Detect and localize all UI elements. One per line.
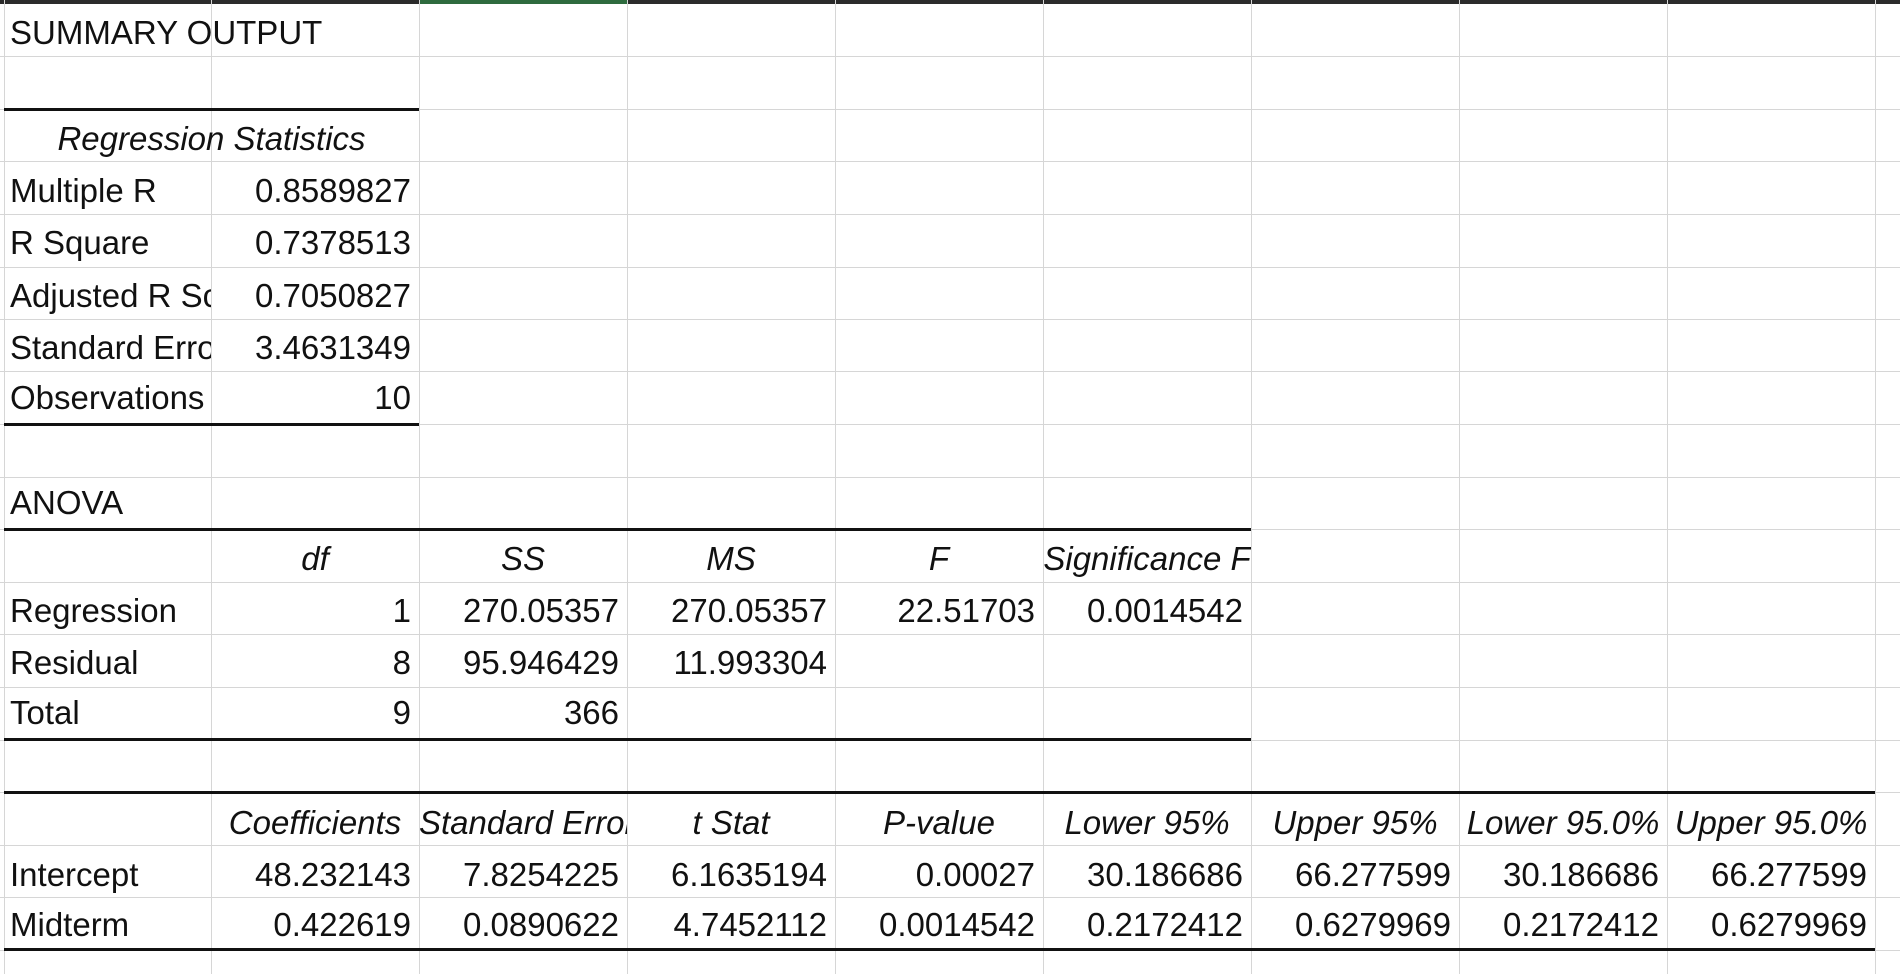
stat-label[interactable]: R Square <box>0 218 211 268</box>
coef-cell[interactable]: 30.186686 <box>1043 850 1251 900</box>
coef-header[interactable]: Lower 95% <box>1043 798 1251 848</box>
anova-title[interactable]: ANOVA <box>0 478 211 528</box>
anova-row-label[interactable]: Residual <box>0 638 211 688</box>
stat-value[interactable]: 3.4631349 <box>211 323 419 373</box>
coef-header[interactable]: Upper 95.0% <box>1667 798 1875 848</box>
anova-cell[interactable]: 8 <box>211 638 419 688</box>
table-border <box>4 791 1875 794</box>
coef-header[interactable]: Lower 95.0% <box>1459 798 1667 848</box>
anova-cell[interactable]: 0.0014542 <box>1043 586 1251 636</box>
coef-cell[interactable]: 7.8254225 <box>419 850 627 900</box>
coef-header[interactable]: t Stat <box>627 798 835 848</box>
coef-cell[interactable]: 0.6279969 <box>1251 900 1459 950</box>
stat-value[interactable]: 0.8589827 <box>211 166 419 216</box>
coef-header[interactable]: Coefficients <box>211 798 419 848</box>
regression-statistics-header[interactable]: Regression Statistics <box>4 114 419 164</box>
coef-cell[interactable]: 0.2172412 <box>1459 900 1667 950</box>
anova-cell[interactable]: 270.05357 <box>419 586 627 636</box>
anova-cell[interactable]: 270.05357 <box>627 586 835 636</box>
sheet-top-border <box>0 0 1900 4</box>
coef-cell[interactable]: 0.0014542 <box>835 900 1043 950</box>
spreadsheet-grid[interactable]: SUMMARY OUTPUT Regression Statistics Mul… <box>0 0 1900 974</box>
anova-cell[interactable]: 9 <box>211 688 419 738</box>
coef-row-label[interactable]: Intercept <box>0 850 211 900</box>
stat-label[interactable]: Standard Erro <box>0 323 211 373</box>
gridline <box>1875 0 1876 974</box>
coef-cell[interactable]: 0.422619 <box>211 900 419 950</box>
gridline <box>0 477 1900 478</box>
coef-header[interactable]: P-value <box>835 798 1043 848</box>
coef-row-label[interactable]: Midterm <box>0 900 211 950</box>
coef-cell[interactable]: 0.0890622 <box>419 900 627 950</box>
coef-cell[interactable]: 4.7452112 <box>627 900 835 950</box>
coef-header[interactable]: Standard Error <box>419 798 627 848</box>
table-border <box>4 108 419 111</box>
anova-row-label[interactable]: Regression <box>0 586 211 636</box>
anova-header[interactable]: MS <box>627 534 835 584</box>
coef-cell[interactable]: 66.277599 <box>1251 850 1459 900</box>
stat-value[interactable]: 0.7050827 <box>211 271 419 321</box>
anova-header[interactable]: df <box>211 534 419 584</box>
table-border <box>4 738 1251 741</box>
anova-header[interactable]: F <box>835 534 1043 584</box>
selected-column-indicator <box>419 0 627 4</box>
anova-cell[interactable]: 22.51703 <box>835 586 1043 636</box>
anova-cell[interactable]: 1 <box>211 586 419 636</box>
coef-cell[interactable]: 0.2172412 <box>1043 900 1251 950</box>
anova-cell[interactable]: 95.946429 <box>419 638 627 688</box>
coef-cell[interactable]: 48.232143 <box>211 850 419 900</box>
stat-value[interactable]: 10 <box>211 373 419 423</box>
coef-cell[interactable]: 0.6279969 <box>1667 900 1875 950</box>
coef-cell[interactable]: 30.186686 <box>1459 850 1667 900</box>
coef-header[interactable]: Upper 95% <box>1251 798 1459 848</box>
anova-header[interactable]: Significance F <box>1043 534 1251 584</box>
anova-cell[interactable]: 11.993304 <box>627 638 835 688</box>
coef-cell[interactable]: 0.00027 <box>835 850 1043 900</box>
anova-row-label[interactable]: Total <box>0 688 211 738</box>
anova-header[interactable]: SS <box>419 534 627 584</box>
stat-label[interactable]: Multiple R <box>0 166 211 216</box>
anova-cell[interactable]: 366 <box>419 688 627 738</box>
stat-label[interactable]: Adjusted R Sc <box>0 271 211 321</box>
stat-label[interactable]: Observations <box>0 373 211 423</box>
table-border <box>4 423 419 426</box>
coef-cell[interactable]: 6.1635194 <box>627 850 835 900</box>
stat-value[interactable]: 0.7378513 <box>211 218 419 268</box>
summary-output-title[interactable]: SUMMARY OUTPUT <box>0 8 419 58</box>
table-border <box>4 528 1251 531</box>
coef-cell[interactable]: 66.277599 <box>1667 850 1875 900</box>
